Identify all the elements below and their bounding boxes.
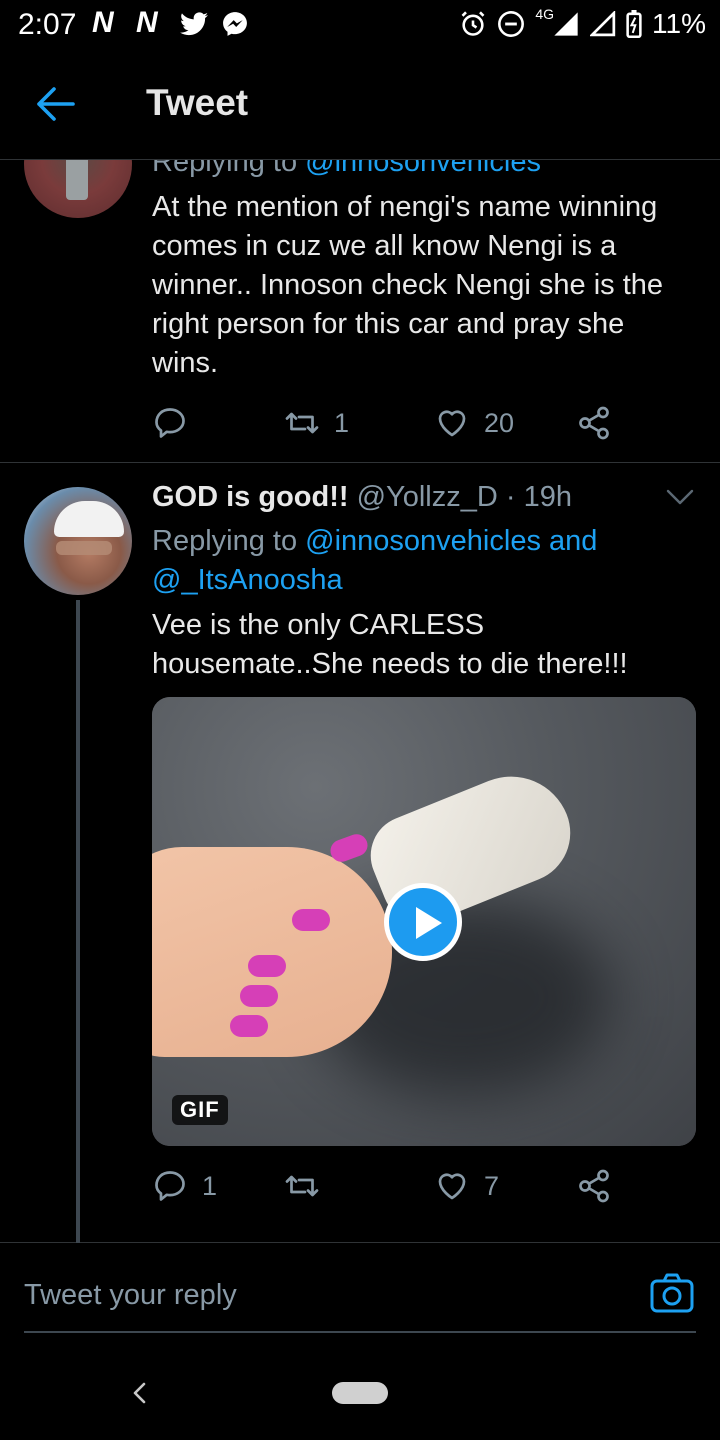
camera-icon — [650, 1273, 694, 1313]
replying-to: Replying to @innosonvehicles — [152, 160, 541, 179]
chevron-down-icon — [666, 489, 694, 505]
nail-image — [230, 1015, 268, 1037]
like-icon — [438, 410, 466, 437]
play-icon[interactable] — [384, 883, 462, 961]
network-type: 4G — [535, 6, 555, 22]
nail-image — [292, 909, 330, 931]
retweet-button[interactable]: 1 — [284, 405, 349, 441]
gif-media[interactable]: GIF — [152, 697, 696, 1146]
replying-to: Replying to @innosonvehicles and @_ItsAn… — [152, 522, 697, 600]
like-button[interactable]: 20 — [434, 405, 514, 441]
avatar-figure — [66, 160, 88, 200]
signal-icon — [554, 12, 578, 36]
like-count: 20 — [484, 407, 515, 438]
alarm-icon — [461, 11, 485, 36]
tweet-card[interactable]: GOD is good!! @Yollzz_D · 19h Replying t… — [0, 463, 720, 1243]
retweet-icon — [285, 412, 319, 434]
avatar[interactable] — [24, 160, 132, 218]
reply-icon — [155, 408, 185, 438]
share-button[interactable] — [576, 1168, 612, 1204]
share-icon — [579, 1169, 609, 1203]
replying-prefix: Replying to — [152, 160, 306, 178]
mention-link[interactable]: @innosonvehicles — [305, 160, 541, 178]
reply-input[interactable] — [24, 1273, 624, 1317]
avatar[interactable] — [24, 487, 132, 595]
hand-image — [152, 847, 392, 1057]
share-button[interactable] — [576, 405, 612, 441]
twitter-bird-icon — [180, 12, 209, 36]
tweet-menu-button[interactable] — [664, 487, 696, 507]
do-not-disturb-icon — [498, 11, 525, 37]
gif-badge: GIF — [172, 1095, 228, 1125]
notification-icons: N N — [92, 6, 248, 40]
author-name: GOD is good!! — [152, 481, 349, 513]
signal-icon — [590, 11, 616, 37]
reply-icon — [155, 1171, 185, 1201]
system-navigation-bar — [0, 1360, 720, 1440]
page-title: Tweet — [146, 82, 249, 123]
notification-n-icon: N — [136, 6, 164, 39]
tweet-text: At the mention of nengi's name winning c… — [152, 191, 664, 379]
back-arrow-icon — [37, 87, 75, 121]
camera-button[interactable] — [650, 1273, 694, 1313]
battery-icon — [626, 10, 642, 38]
notification-n-icon: N — [92, 6, 120, 39]
like-count: 7 — [484, 1170, 500, 1201]
avatar-hat — [54, 501, 124, 537]
tweet-card[interactable]: Replying to @innosonvehicles At the ment… — [0, 160, 720, 463]
status-right: 4G 11% — [459, 6, 706, 40]
tweet-text: Vee is the only CARLESS housemate..She n… — [152, 609, 628, 680]
system-back-button[interactable] — [124, 1378, 154, 1408]
like-button[interactable]: 7 — [434, 1168, 499, 1204]
replying-prefix: Replying to — [152, 525, 306, 557]
thread-line — [76, 600, 80, 1243]
reply-composer — [0, 1243, 720, 1353]
author-handle: @Yollzz_D — [356, 481, 498, 513]
tweet-time: · 19h — [505, 481, 572, 513]
battery-level: 11% — [652, 8, 706, 39]
like-icon — [438, 1173, 466, 1200]
reply-count: 1 — [202, 1170, 218, 1201]
nail-image — [248, 955, 286, 977]
reply-underline — [24, 1331, 696, 1333]
app-header: Tweet — [0, 50, 720, 160]
system-home-pill[interactable] — [332, 1382, 388, 1404]
share-icon — [579, 406, 609, 440]
chevron-left-icon — [133, 1382, 146, 1404]
retweet-button[interactable] — [284, 1168, 320, 1204]
tweet-actions: 1 20 — [152, 405, 622, 445]
nail-image — [240, 985, 278, 1007]
avatar-glasses — [56, 541, 112, 555]
status-bar: 2:07 N N 4G 11% — [0, 0, 720, 50]
back-button[interactable] — [36, 86, 76, 122]
status-time: 2:07 — [18, 8, 77, 41]
retweet-icon — [285, 1175, 319, 1197]
tweet-author[interactable]: GOD is good!! @Yollzz_D · 19h — [152, 481, 572, 514]
reply-button[interactable] — [152, 405, 188, 441]
retweet-count: 1 — [334, 407, 350, 438]
reply-button[interactable]: 1 — [152, 1168, 217, 1204]
tweet-actions: 1 7 — [152, 1168, 622, 1208]
messenger-icon — [223, 12, 248, 36]
